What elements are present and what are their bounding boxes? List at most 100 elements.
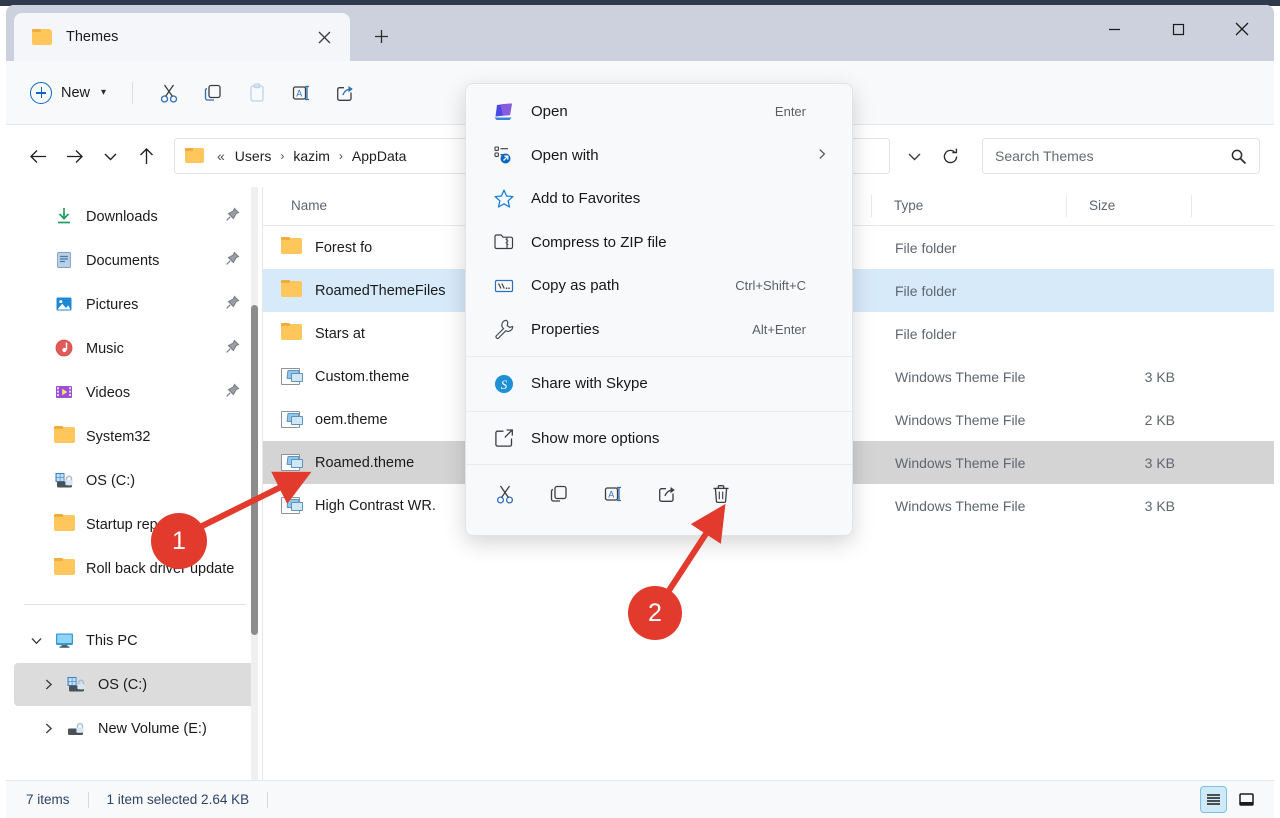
drive-icon (54, 470, 75, 491)
sidebar-item-startup-repair[interactable]: Startup repair (14, 503, 254, 546)
breadcrumb-item-appdata[interactable]: AppData (347, 148, 411, 164)
back-button[interactable] (20, 138, 56, 174)
breadcrumb-overflow[interactable]: « (214, 148, 228, 164)
forward-button[interactable] (56, 138, 92, 174)
item-count: 7 items (26, 792, 70, 807)
sidebar-item-os-c[interactable]: OS (C:) (14, 459, 254, 502)
menu-item-open-with[interactable]: Open with (470, 134, 848, 178)
refresh-button[interactable] (932, 138, 968, 174)
menu-item-add-to-favorites[interactable]: Add to Favorites (470, 177, 848, 221)
file-type: Windows Theme File (895, 369, 1025, 385)
theme-file-icon (281, 366, 305, 387)
menu-item-copy-as-path[interactable]: Copy as path Ctrl+Shift+C (470, 264, 848, 308)
share-button[interactable] (323, 74, 367, 112)
pin-icon[interactable] (225, 207, 240, 227)
share-button[interactable] (640, 474, 694, 514)
new-button[interactable]: New ▾ (24, 75, 116, 111)
menu-item-show-more-options[interactable]: Show more options (470, 417, 848, 461)
sidebar-item-system32[interactable]: System32 (14, 415, 254, 458)
chevron-down-icon (907, 149, 922, 164)
details-view-button[interactable] (1200, 786, 1227, 813)
tab-themes[interactable]: Themes (14, 13, 350, 61)
up-button[interactable] (128, 138, 164, 174)
copy-button[interactable] (191, 74, 235, 112)
close-button[interactable] (1210, 5, 1274, 53)
search-box[interactable]: Search Themes (982, 138, 1260, 174)
menu-item-properties[interactable]: Properties Alt+Enter (470, 308, 848, 352)
selection-status: 1 item selected 2.64 KB (107, 792, 250, 807)
zip-icon (492, 230, 516, 254)
tab-title: Themes (66, 29, 310, 45)
address-bar-actions: Search Themes (890, 138, 1260, 174)
breadcrumb-item-kazim[interactable]: kazim (288, 148, 335, 164)
close-icon[interactable] (310, 23, 338, 51)
pin-icon[interactable] (225, 383, 240, 403)
sidebar-item-this-pc[interactable]: This PC (14, 619, 254, 662)
sidebar-item-os-c-drive[interactable]: OS (C:) (14, 663, 254, 706)
svg-text:A: A (608, 490, 614, 500)
menu-item-shortcut: Enter (775, 104, 806, 119)
sidebar-item-documents[interactable]: Documents (14, 239, 254, 282)
chevron-down-icon[interactable] (26, 619, 46, 662)
file-name: Custom.theme (315, 369, 409, 385)
sidebar-item-pictures[interactable]: Pictures (14, 283, 254, 326)
sidebar-item-downloads[interactable]: Downloads (14, 195, 254, 238)
annotation-badge-2: 2 (628, 586, 682, 640)
navigation-pane: Downloads Documents (6, 187, 262, 783)
menu-item-compress-to-zip[interactable]: Compress to ZIP file (470, 221, 848, 265)
minimize-button[interactable] (1082, 5, 1146, 53)
downloads-icon (54, 206, 75, 227)
maximize-button[interactable] (1146, 5, 1210, 53)
sidebar-item-label: This PC (86, 633, 138, 649)
theme-file-icon (281, 495, 305, 516)
file-size: 3 KB (1125, 369, 1175, 385)
search-input[interactable]: Search Themes (995, 148, 1230, 164)
recent-locations-button[interactable] (92, 138, 128, 174)
sidebar-item-new-volume-e[interactable]: New Volume (E:) (14, 707, 254, 750)
new-tab-button[interactable] (364, 19, 398, 53)
file-type: Windows Theme File (895, 455, 1025, 471)
rename-button[interactable]: A (586, 474, 640, 514)
menu-item-open[interactable]: Open Enter (470, 90, 848, 134)
delete-button[interactable] (694, 474, 748, 514)
videos-icon (54, 382, 75, 403)
breadcrumb-item-users[interactable]: Users (230, 148, 277, 164)
menu-item-label: Properties (531, 321, 599, 338)
chevron-right-icon[interactable] (38, 707, 58, 750)
screen-root: Themes (0, 0, 1280, 818)
chevron-right-icon[interactable] (38, 663, 58, 706)
file-size: 3 KB (1125, 498, 1175, 514)
paste-button[interactable] (235, 74, 279, 112)
sidebar-item-music[interactable]: Music (14, 327, 254, 370)
nav-scrollbar-thumb[interactable] (251, 305, 258, 635)
star-icon (492, 187, 516, 211)
copy-button[interactable] (532, 474, 586, 514)
menu-item-share-with-skype[interactable]: S Share with Skype (470, 362, 848, 406)
pin-icon[interactable] (225, 251, 240, 271)
menu-item-label: Show more options (531, 430, 659, 447)
open-with-icon (492, 143, 516, 167)
rename-button[interactable]: A (279, 74, 323, 112)
cut-button[interactable] (478, 474, 532, 514)
column-header-name[interactable]: Name (291, 198, 327, 213)
large-icons-view-button[interactable] (1233, 786, 1260, 813)
drive-icon (66, 674, 87, 695)
cut-button[interactable] (147, 74, 191, 112)
arrow-left-icon (29, 147, 48, 166)
folder-icon (54, 514, 75, 535)
menu-item-label: Copy as path (531, 277, 619, 294)
previous-locations-button[interactable] (896, 138, 932, 174)
sidebar-item-label: Roll back driver update (86, 561, 234, 577)
file-type: Windows Theme File (895, 498, 1025, 514)
menu-action-row: A (466, 465, 852, 523)
pin-icon[interactable] (225, 295, 240, 315)
column-header-type[interactable]: Type (894, 198, 923, 213)
music-icon (54, 338, 75, 359)
pin-icon[interactable] (225, 339, 240, 359)
sidebar-item-videos[interactable]: Videos (14, 371, 254, 414)
sidebar-item-label: Videos (86, 385, 130, 401)
file-type: File folder (895, 240, 956, 256)
column-header-size[interactable]: Size (1089, 198, 1115, 213)
menu-item-label: Compress to ZIP file (531, 234, 667, 251)
sidebar-item-roll-back-driver-update[interactable]: Roll back driver update (14, 547, 254, 590)
